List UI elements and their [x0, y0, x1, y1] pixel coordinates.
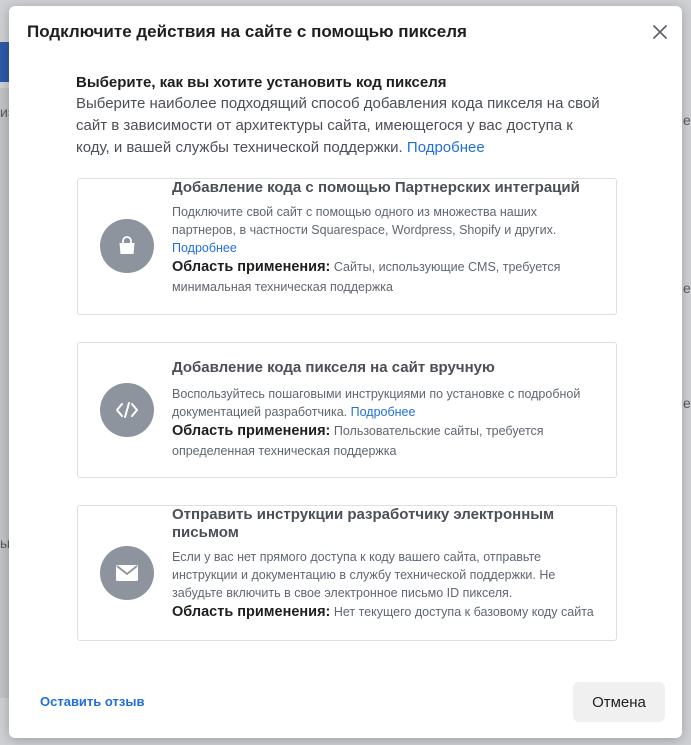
background-text: е [683, 395, 691, 411]
intro-heading: Выберите, как вы хотите установить код п… [76, 74, 447, 91]
background-accent [0, 42, 9, 82]
intro-description: Выберите наиболее подходящий способ доба… [76, 95, 600, 156]
intro-section: Выберите, как вы хотите установить код п… [76, 73, 606, 159]
usage-text: Нет текущего доступа к базовому коду сай… [333, 605, 594, 619]
close-icon [653, 25, 667, 39]
option-content: Добавление кода с помощью Партнерских ин… [172, 179, 602, 297]
option-icon-circle [100, 219, 154, 273]
option-description: Подключите свой сайт с помощью одного из… [172, 203, 602, 257]
option-title: Добавление кода пикселя на сайт вручную [172, 359, 495, 376]
option-title: Добавление кода с помощью Партнерских ин… [172, 179, 580, 196]
option-icon-circle [100, 546, 154, 600]
envelope-icon [116, 565, 138, 581]
option-description: Если у вас нет прямого доступа к коду ва… [172, 550, 556, 600]
option-content: Отправить инструкции разработчику электр… [172, 506, 602, 622]
option-title: Отправить инструкции разработчику электр… [172, 506, 555, 541]
pixel-setup-dialog: Подключите действия на сайте с помощью п… [9, 6, 682, 738]
background-text: е [683, 280, 691, 296]
close-button[interactable] [648, 20, 672, 44]
option-usage: Область применения: Сайты, использующие … [172, 257, 602, 297]
option-usage: Область применения: Пользовательские сай… [172, 421, 602, 461]
shopping-bag-icon [119, 236, 135, 254]
option-content: Добавление кода пикселя на сайт вручную … [172, 359, 602, 461]
background-text: е [683, 112, 691, 128]
usage-label: Область применения: [172, 604, 331, 620]
usage-label: Область применения: [172, 259, 331, 275]
option-icon-circle [100, 383, 154, 437]
leave-feedback-link[interactable]: Оставить отзыв [40, 694, 144, 709]
option-manual-install[interactable]: Добавление кода пикселя на сайт вручную … [77, 342, 617, 478]
option-learn-more-link[interactable]: Подробнее [351, 405, 416, 419]
background-column [0, 88, 9, 698]
option-learn-more-link[interactable]: Подробнее [172, 241, 237, 255]
usage-label: Область применения: [172, 423, 331, 439]
cancel-button[interactable]: Отмена [573, 682, 665, 722]
dialog-title: Подключите действия на сайте с помощью п… [27, 22, 467, 41]
learn-more-link[interactable]: Подробнее [407, 139, 485, 156]
option-partner-integration[interactable]: Добавление кода с помощью Партнерских ин… [77, 178, 617, 315]
intro-text: Выберите наиболее подходящий способ доба… [76, 93, 606, 159]
option-usage: Область применения: Нет текущего доступа… [172, 602, 602, 622]
code-icon [116, 402, 138, 418]
option-description-text: Подключите свой сайт с помощью одного из… [172, 205, 557, 237]
option-email-developer[interactable]: Отправить инструкции разработчику электр… [77, 505, 617, 641]
option-description: Воспользуйтесь пошаговыми инструкциями п… [172, 385, 602, 421]
